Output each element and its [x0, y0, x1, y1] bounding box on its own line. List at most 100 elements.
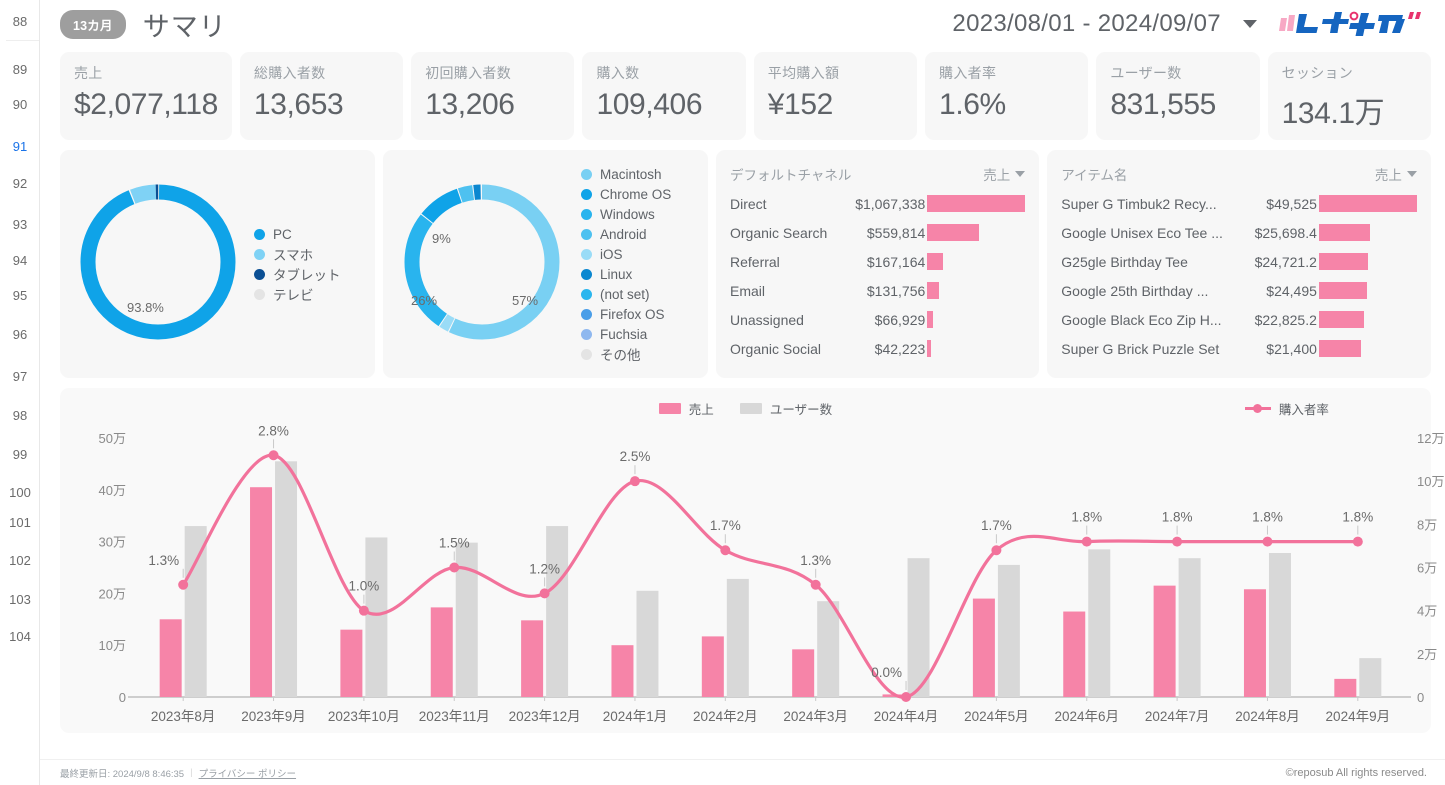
buyer-rate-point[interactable]	[810, 579, 821, 590]
gutter-row-103[interactable]: 103	[0, 592, 40, 607]
os-legend-item[interactable]: Android	[581, 224, 671, 244]
users-bar[interactable]	[997, 564, 1020, 697]
privacy-policy-link[interactable]: プライバシー ポリシー	[199, 766, 296, 780]
device-legend-item[interactable]: スマホ	[254, 244, 341, 264]
buyer-rate-point[interactable]	[901, 692, 912, 702]
os-legend-item[interactable]: Firefox OS	[581, 304, 671, 324]
device-legend-item[interactable]: タブレット	[254, 264, 341, 284]
sales-bar[interactable]	[159, 619, 182, 697]
users-bar[interactable]	[817, 601, 840, 697]
sales-bar[interactable]	[792, 649, 815, 697]
reposub-logo[interactable]	[1278, 11, 1431, 37]
gutter-row-98[interactable]: 98	[0, 408, 40, 423]
buyer-rate-point[interactable]	[449, 562, 460, 573]
users-bar[interactable]	[1088, 549, 1111, 697]
sales-bar[interactable]	[611, 645, 634, 697]
sort-descending-caret-icon[interactable]	[1015, 171, 1026, 177]
legend-item-buyer-rate[interactable]: 購入者率	[1244, 396, 1329, 420]
gutter-row-91[interactable]: 91	[0, 135, 40, 158]
users-bar[interactable]	[1178, 558, 1201, 697]
sales-bar[interactable]	[972, 598, 995, 697]
os-legend-item[interactable]: Fuchsia	[581, 324, 671, 344]
table-row[interactable]: Super G Brick Puzzle Set $21,400	[1061, 334, 1417, 363]
gutter-row-93[interactable]: 93	[0, 217, 40, 232]
kpi-card-0[interactable]: 売上 $2,077,118	[60, 52, 232, 140]
os-legend-item[interactable]: Macintosh	[581, 164, 671, 184]
table-row[interactable]: Organic Social $42,223	[730, 334, 1025, 363]
table-row[interactable]: Unassigned $66,929	[730, 305, 1025, 334]
users-bar[interactable]	[636, 590, 659, 697]
table-row[interactable]: Organic Search $559,814	[730, 218, 1025, 247]
kpi-card-2[interactable]: 初回購入者数 13,206	[411, 52, 575, 140]
gutter-row-99[interactable]: 99	[0, 447, 40, 462]
kpi-card-1[interactable]: 総購入者数 13,653	[239, 52, 404, 140]
sales-bar[interactable]	[250, 487, 273, 697]
sales-bar[interactable]	[1243, 589, 1266, 697]
gutter-row-96[interactable]: 96	[0, 327, 40, 342]
gutter-row-89[interactable]: 89	[0, 62, 40, 77]
kpi-card-4[interactable]: 平均購入額 ¥152	[753, 52, 918, 140]
buyer-rate-point[interactable]	[1352, 536, 1363, 547]
buyer-rate-point[interactable]	[268, 450, 279, 461]
legend-item-users[interactable]: ユーザー数	[739, 399, 832, 418]
users-bar[interactable]	[1359, 658, 1382, 697]
table-row[interactable]: Referral $167,164	[730, 247, 1025, 276]
users-bar[interactable]	[455, 542, 478, 697]
combo-chart-plot[interactable]: 0 10万 20万 30万 40万 50万 0 2万 4万 6万 8万 10万 12万 2023年8月 20…	[60, 420, 1445, 733]
gutter-row-90[interactable]: 90	[0, 97, 40, 112]
buyer-rate-point[interactable]	[178, 579, 189, 590]
users-bar[interactable]	[275, 461, 298, 697]
gutter-row-92[interactable]: 92	[0, 176, 40, 191]
gutter-row-100[interactable]: 100	[0, 485, 40, 500]
gutter-row-88[interactable]: 88	[0, 14, 40, 29]
kpi-card-7[interactable]: セッション 134.1万	[1267, 52, 1431, 140]
date-range-value[interactable]: 2023/08/01 - 2024/09/07	[952, 10, 1220, 38]
buyer-rate-point[interactable]	[1081, 536, 1092, 547]
buyer-rate-point[interactable]	[991, 545, 1002, 556]
buyer-rate-point[interactable]	[1262, 536, 1273, 547]
sales-bar[interactable]	[1153, 585, 1176, 697]
device-donut-chart[interactable]: 93.8%	[74, 178, 242, 351]
table-row[interactable]: Direct $1,067,338	[730, 189, 1026, 218]
buyer-rate-point[interactable]	[629, 476, 640, 487]
table-row[interactable]: Super G Timbuk2 Recy... $49,525	[1061, 189, 1417, 218]
os-legend-item[interactable]: iOS	[581, 244, 671, 264]
channel-col-metric[interactable]: 売上	[983, 164, 1026, 184]
gutter-row-101[interactable]: 101	[0, 515, 40, 530]
table-row[interactable]: Google 25th Birthday ... $24,495	[1061, 276, 1417, 305]
users-bar[interactable]	[1268, 552, 1291, 697]
gutter-row-104[interactable]: 104	[0, 629, 40, 644]
sales-bar[interactable]	[340, 629, 363, 697]
kpi-card-6[interactable]: ユーザー数 831,555	[1096, 52, 1260, 140]
users-bar[interactable]	[365, 537, 388, 697]
os-legend-item[interactable]: (not set)	[581, 284, 671, 304]
os-legend-item[interactable]: Chrome OS	[581, 184, 671, 204]
sort-descending-caret-icon[interactable]	[1406, 171, 1417, 177]
kpi-card-5[interactable]: 購入者率 1.6%	[925, 52, 1089, 140]
item-col-metric[interactable]: 売上	[1375, 164, 1417, 184]
os-donut-chart[interactable]: 57% 26% 9%	[397, 177, 567, 352]
period-chip[interactable]: 13カ月	[60, 9, 126, 39]
os-legend-item[interactable]: Windows	[581, 204, 671, 224]
table-row[interactable]: Email $131,756	[730, 276, 1025, 305]
sales-bar[interactable]	[701, 636, 724, 697]
sales-bar[interactable]	[430, 607, 453, 697]
sales-bar[interactable]	[1334, 678, 1357, 697]
table-row[interactable]: Google Unisex Eco Tee ... $25,698.4	[1061, 218, 1417, 247]
users-bar[interactable]	[546, 526, 569, 697]
os-legend-item[interactable]: Linux	[581, 264, 671, 284]
device-legend-item[interactable]: テレビ	[254, 284, 341, 304]
legend-item-sales[interactable]: 売上	[658, 399, 714, 418]
chevron-down-icon[interactable]	[1242, 20, 1257, 28]
table-row[interactable]: Google Black Eco Zip H... $22,825.2	[1061, 305, 1417, 334]
users-bar[interactable]	[184, 526, 207, 697]
os-legend-item[interactable]: その他	[581, 344, 671, 364]
buyer-rate-point[interactable]	[720, 545, 731, 556]
buyer-rate-point[interactable]	[539, 588, 550, 599]
sales-bar[interactable]	[1063, 611, 1086, 697]
buyer-rate-point[interactable]	[358, 605, 369, 616]
gutter-row-102[interactable]: 102	[0, 553, 40, 568]
kpi-card-3[interactable]: 購入数 109,406	[582, 52, 746, 140]
users-bar[interactable]	[726, 578, 749, 697]
buyer-rate-point[interactable]	[1172, 536, 1183, 547]
